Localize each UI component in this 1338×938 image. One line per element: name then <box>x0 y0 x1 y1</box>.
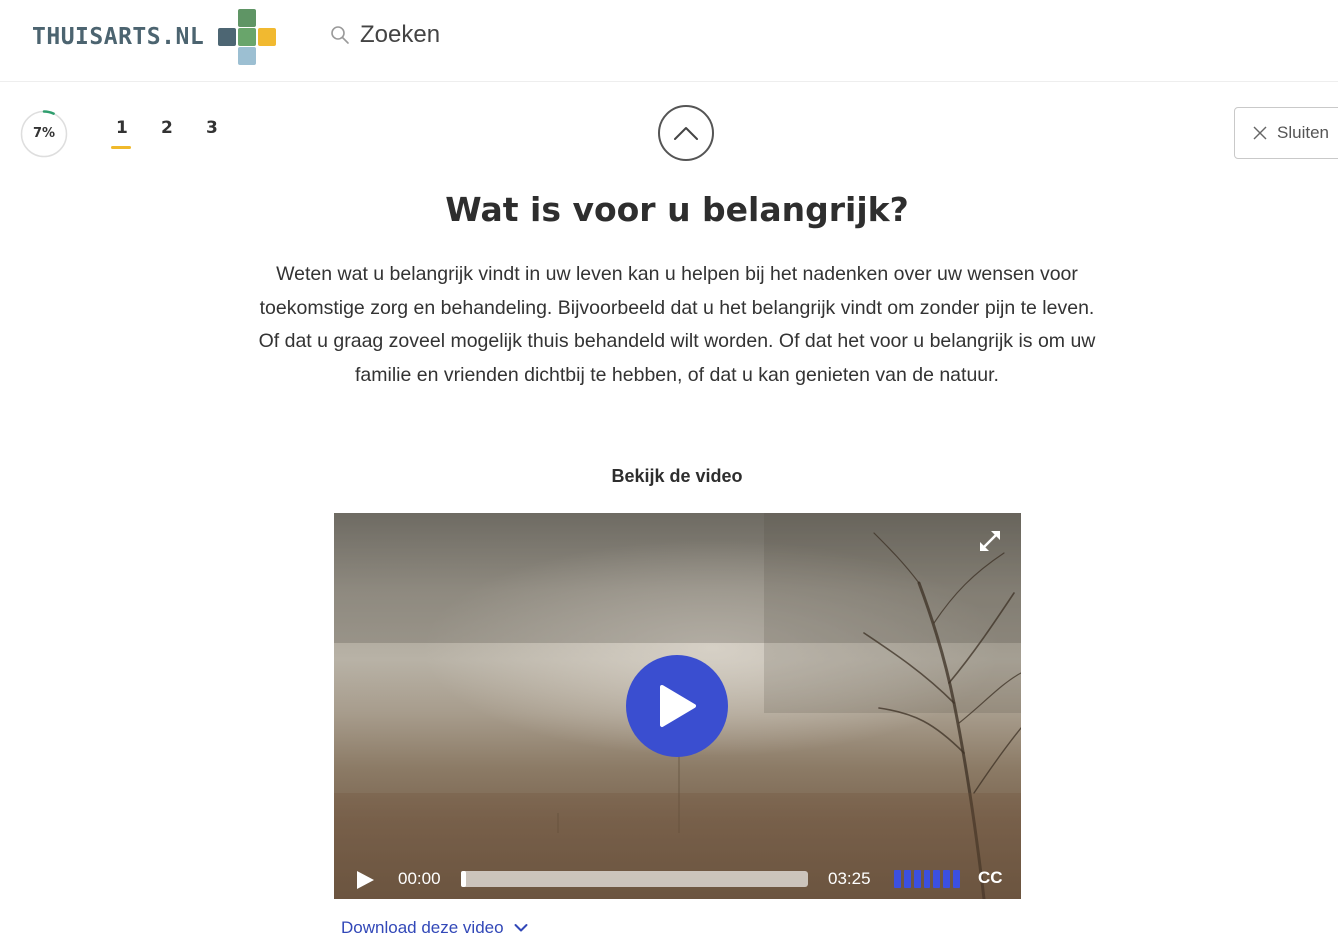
volume-bar <box>923 870 931 888</box>
play-icon <box>660 685 696 727</box>
total-time: 03:25 <box>828 869 871 888</box>
logo-cross-icon <box>218 9 277 65</box>
close-button[interactable]: Sluiten <box>1234 107 1338 159</box>
volume-bar <box>943 870 951 888</box>
search-label: Zoeken <box>360 21 441 48</box>
progress-percent: 7% <box>32 126 56 141</box>
step-1[interactable]: 1 <box>110 118 155 150</box>
chevron-down-icon <box>514 924 528 932</box>
progress-indicator: 7% <box>20 110 68 158</box>
volume-slider[interactable] <box>894 870 961 888</box>
play-button[interactable] <box>626 655 728 757</box>
volume-bar <box>903 870 911 888</box>
seek-bar[interactable] <box>461 871 808 887</box>
control-play-icon[interactable] <box>354 869 376 891</box>
search-icon <box>331 26 349 44</box>
site-logo[interactable]: THUISARTS.NL <box>32 8 277 66</box>
video-controls: 00:00 03:25 CC <box>334 859 1021 899</box>
close-icon <box>1253 126 1267 140</box>
logo-text: THUISARTS.NL <box>32 24 205 50</box>
volume-bar <box>894 870 901 888</box>
scroll-up-button[interactable] <box>658 105 714 161</box>
search-box[interactable]: Zoeken <box>330 18 440 52</box>
fullscreen-icon[interactable] <box>978 529 1002 553</box>
step-2[interactable]: 2 <box>155 118 200 150</box>
video-heading: Bekijk de video <box>611 466 743 486</box>
volume-bar <box>953 870 961 888</box>
video-player[interactable]: 00:00 03:25 CC <box>334 513 1021 899</box>
chevron-up-icon <box>674 127 698 140</box>
step-3[interactable]: 3 <box>200 118 245 150</box>
download-video-link[interactable]: Download deze video <box>341 918 528 938</box>
volume-bar <box>913 870 921 888</box>
download-label: Download deze video <box>341 918 504 937</box>
site-header: THUISARTS.NL Zoeken <box>0 0 1338 82</box>
close-label: Sluiten <box>1277 123 1329 142</box>
captions-button[interactable]: CC <box>978 868 1003 888</box>
page-title: Wat is voor u belangrijk? <box>445 190 909 229</box>
seek-handle[interactable] <box>461 871 466 887</box>
intro-text: Weten wat u belangrijk vindt in uw leven… <box>258 263 1096 386</box>
step-navigation: 1 2 3 <box>110 118 245 150</box>
current-time: 00:00 <box>398 869 441 888</box>
volume-bar <box>933 870 941 888</box>
